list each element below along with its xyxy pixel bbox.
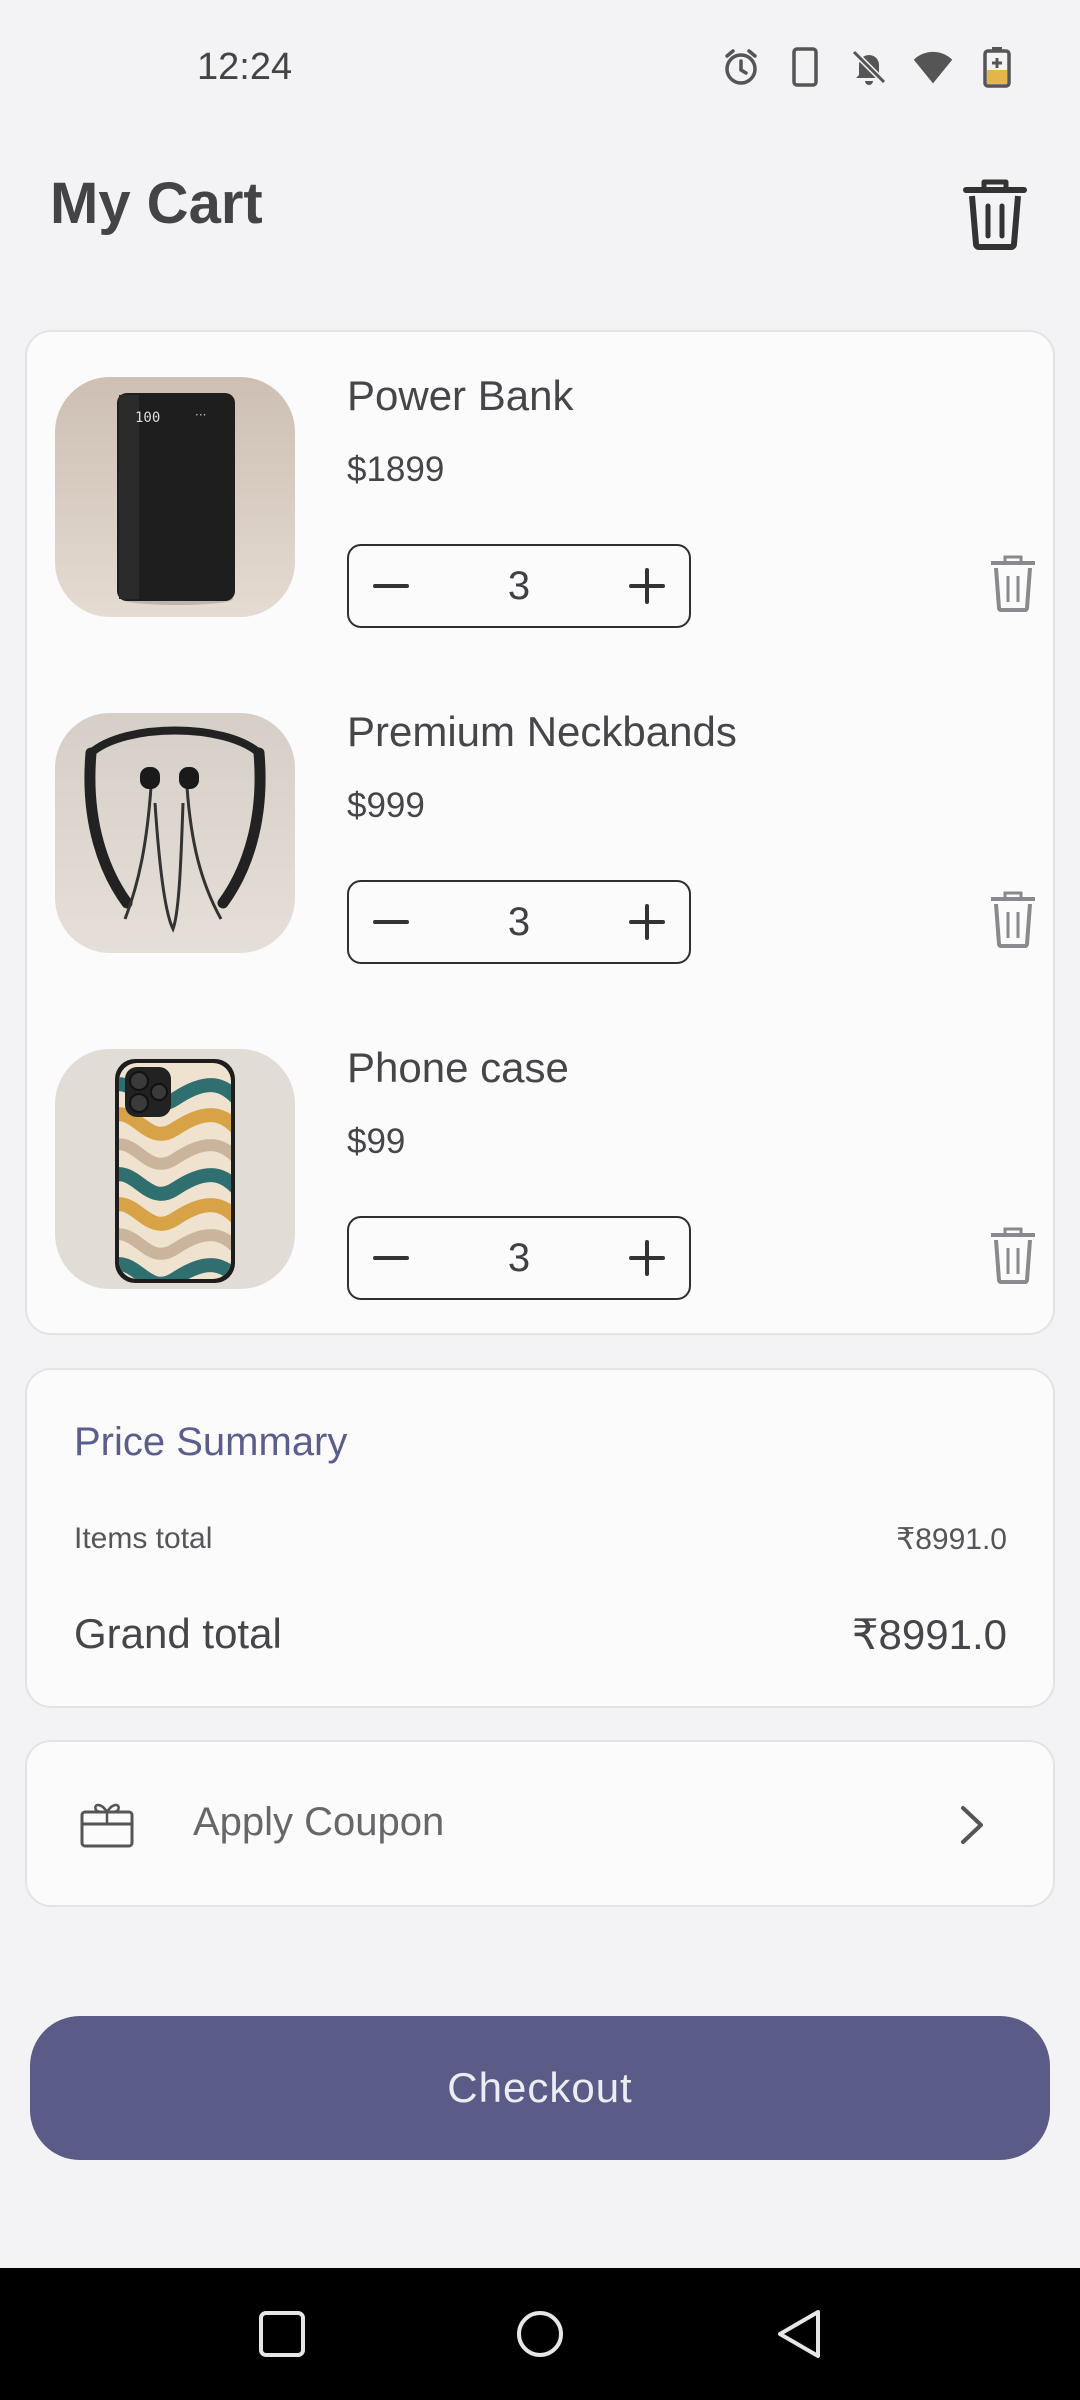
remove-item-button[interactable]	[987, 554, 1039, 614]
decrease-quantity-button[interactable]	[349, 882, 433, 962]
product-price: $999	[347, 786, 425, 825]
remove-item-button[interactable]	[987, 1226, 1039, 1286]
minus-icon	[373, 1256, 409, 1260]
status-icons	[720, 46, 1018, 88]
product-name: Premium Neckbands	[347, 708, 737, 755]
cart-item: 100 ··· Power Bank $1899 3	[27, 332, 1057, 628]
cart-item: Phone case $99 3	[27, 1004, 1057, 1300]
quantity-stepper: 3	[347, 880, 691, 964]
trash-icon	[991, 555, 1035, 612]
bell-off-icon	[848, 46, 890, 88]
system-nav-bar	[0, 2268, 1080, 2400]
quantity-value: 3	[507, 564, 531, 608]
home-icon	[517, 2311, 563, 2357]
status-bar: 12:24	[0, 0, 1080, 140]
price-summary-title: Price Summary	[74, 1420, 348, 1464]
back-icon	[778, 2310, 820, 2358]
decrease-quantity-button[interactable]	[349, 1218, 433, 1298]
product-image-neckband	[55, 713, 295, 953]
grand-total-label: Grand total	[74, 1610, 282, 1657]
product-name: Power Bank	[347, 372, 574, 419]
plus-icon	[629, 568, 665, 604]
minus-icon	[373, 584, 409, 588]
apply-coupon-label: Apply Coupon	[193, 1800, 445, 1844]
page-title: My Cart	[50, 171, 263, 236]
status-time: 12:24	[197, 46, 293, 88]
recents-icon	[259, 2311, 305, 2357]
product-price: $99	[347, 1122, 406, 1161]
quantity-value: 3	[507, 900, 531, 944]
minus-icon	[373, 920, 409, 924]
grand-total-value: ₹8991.0	[851, 1611, 1007, 1658]
increase-quantity-button[interactable]	[605, 882, 689, 962]
increase-quantity-button[interactable]	[605, 1218, 689, 1298]
quantity-value: 3	[507, 1236, 531, 1280]
checkout-button[interactable]: Checkout	[30, 2016, 1050, 2160]
home-button[interactable]	[508, 2302, 572, 2366]
product-image-phone-case	[55, 1049, 295, 1289]
wifi-icon	[912, 46, 954, 88]
product-image-power-bank: 100 ···	[55, 377, 295, 617]
price-summary-card: Price Summary Items total ₹8991.0 Grand …	[25, 1368, 1055, 1708]
svg-text:100: 100	[135, 410, 160, 426]
cart-screen: 12:24 My Cart 100 ··· Power Bank $1899 3…	[0, 0, 1080, 2400]
remove-item-button[interactable]	[987, 890, 1039, 950]
items-total-label: Items total	[74, 1522, 213, 1555]
gift-card-icon	[80, 1803, 134, 1848]
cart-items-card: 100 ··· Power Bank $1899 3 Premium Neckb…	[25, 330, 1055, 1335]
items-total-value: ₹8991.0	[896, 1523, 1007, 1556]
clear-cart-button[interactable]	[960, 178, 1030, 250]
decrease-quantity-button[interactable]	[349, 546, 433, 626]
alarm-icon	[720, 46, 762, 88]
battery-charging-icon	[976, 46, 1018, 88]
cart-item: Premium Neckbands $999 3	[27, 668, 1057, 964]
quantity-stepper: 3	[347, 544, 691, 628]
chevron-right-icon	[961, 1806, 983, 1844]
svg-text:···: ···	[195, 408, 206, 422]
back-button[interactable]	[767, 2302, 831, 2366]
trash-icon	[991, 1227, 1035, 1284]
quantity-stepper: 3	[347, 1216, 691, 1300]
apply-coupon-button[interactable]: Apply Coupon	[25, 1740, 1055, 1907]
plus-icon	[629, 904, 665, 940]
plus-icon	[629, 1240, 665, 1276]
product-name: Phone case	[347, 1044, 569, 1091]
increase-quantity-button[interactable]	[605, 546, 689, 626]
phone-icon	[784, 46, 826, 88]
product-price: $1899	[347, 450, 445, 489]
recents-button[interactable]	[250, 2302, 314, 2366]
trash-icon	[963, 179, 1027, 250]
trash-icon	[991, 891, 1035, 948]
